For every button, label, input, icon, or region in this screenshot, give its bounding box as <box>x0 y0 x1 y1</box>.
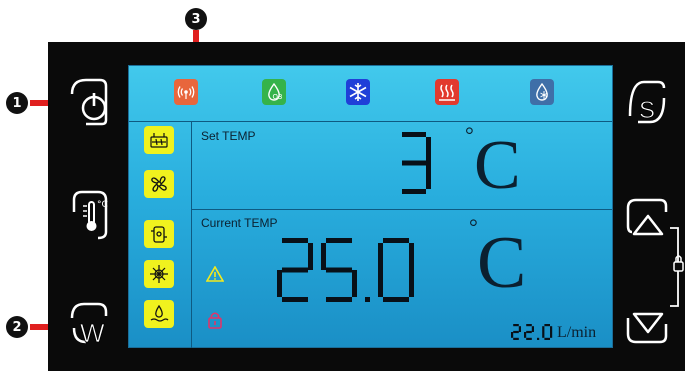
set-temp-degree-symbol: ° <box>465 122 474 147</box>
status-bar: O3 <box>129 66 612 122</box>
callout-1: 1 <box>6 92 28 114</box>
callout-2: 2 <box>6 316 28 338</box>
current-temp-unit: C <box>477 222 527 304</box>
ozone-icon: O3 <box>262 79 286 105</box>
lcd-screen: O3 Set TEMP ° C Current TEMP ° C L/min <box>128 65 613 348</box>
up-button[interactable] <box>624 194 670 246</box>
down-button[interactable] <box>624 294 670 350</box>
cooling-snowflake-icon <box>346 79 370 105</box>
power-button[interactable] <box>66 76 110 126</box>
svg-text:O3: O3 <box>273 93 283 101</box>
lock-link-icon <box>670 227 684 307</box>
thermometer-button[interactable]: °C <box>66 188 110 242</box>
heating-icon <box>435 79 459 105</box>
set-temp-unit: C <box>474 127 521 204</box>
svg-text:°C: °C <box>97 200 108 210</box>
set-temp-label: Set TEMP <box>201 129 256 143</box>
svg-text:S: S <box>639 97 655 124</box>
column-divider <box>191 121 192 348</box>
flow-value <box>511 324 553 340</box>
current-temp-label: Current TEMP <box>201 216 278 230</box>
flow-unit: L/min <box>557 324 597 341</box>
callout-3: 3 <box>185 8 207 30</box>
compressor-icon <box>144 260 174 288</box>
row-divider <box>191 209 612 210</box>
alarm-lock-icon <box>208 312 222 329</box>
set-temp-value <box>402 132 431 194</box>
setting-s-button[interactable]: S <box>624 76 670 128</box>
fan-icon <box>144 170 174 198</box>
warning-icon <box>206 266 224 282</box>
water-level-icon <box>144 300 174 328</box>
current-temp-value <box>277 238 414 302</box>
wifi-icon <box>174 79 198 105</box>
water-button[interactable]: W <box>66 298 116 348</box>
svg-text:W: W <box>80 318 105 348</box>
ice-bath-icon <box>144 126 174 154</box>
pump-icon <box>144 220 174 248</box>
water-cooling-icon <box>530 79 554 105</box>
